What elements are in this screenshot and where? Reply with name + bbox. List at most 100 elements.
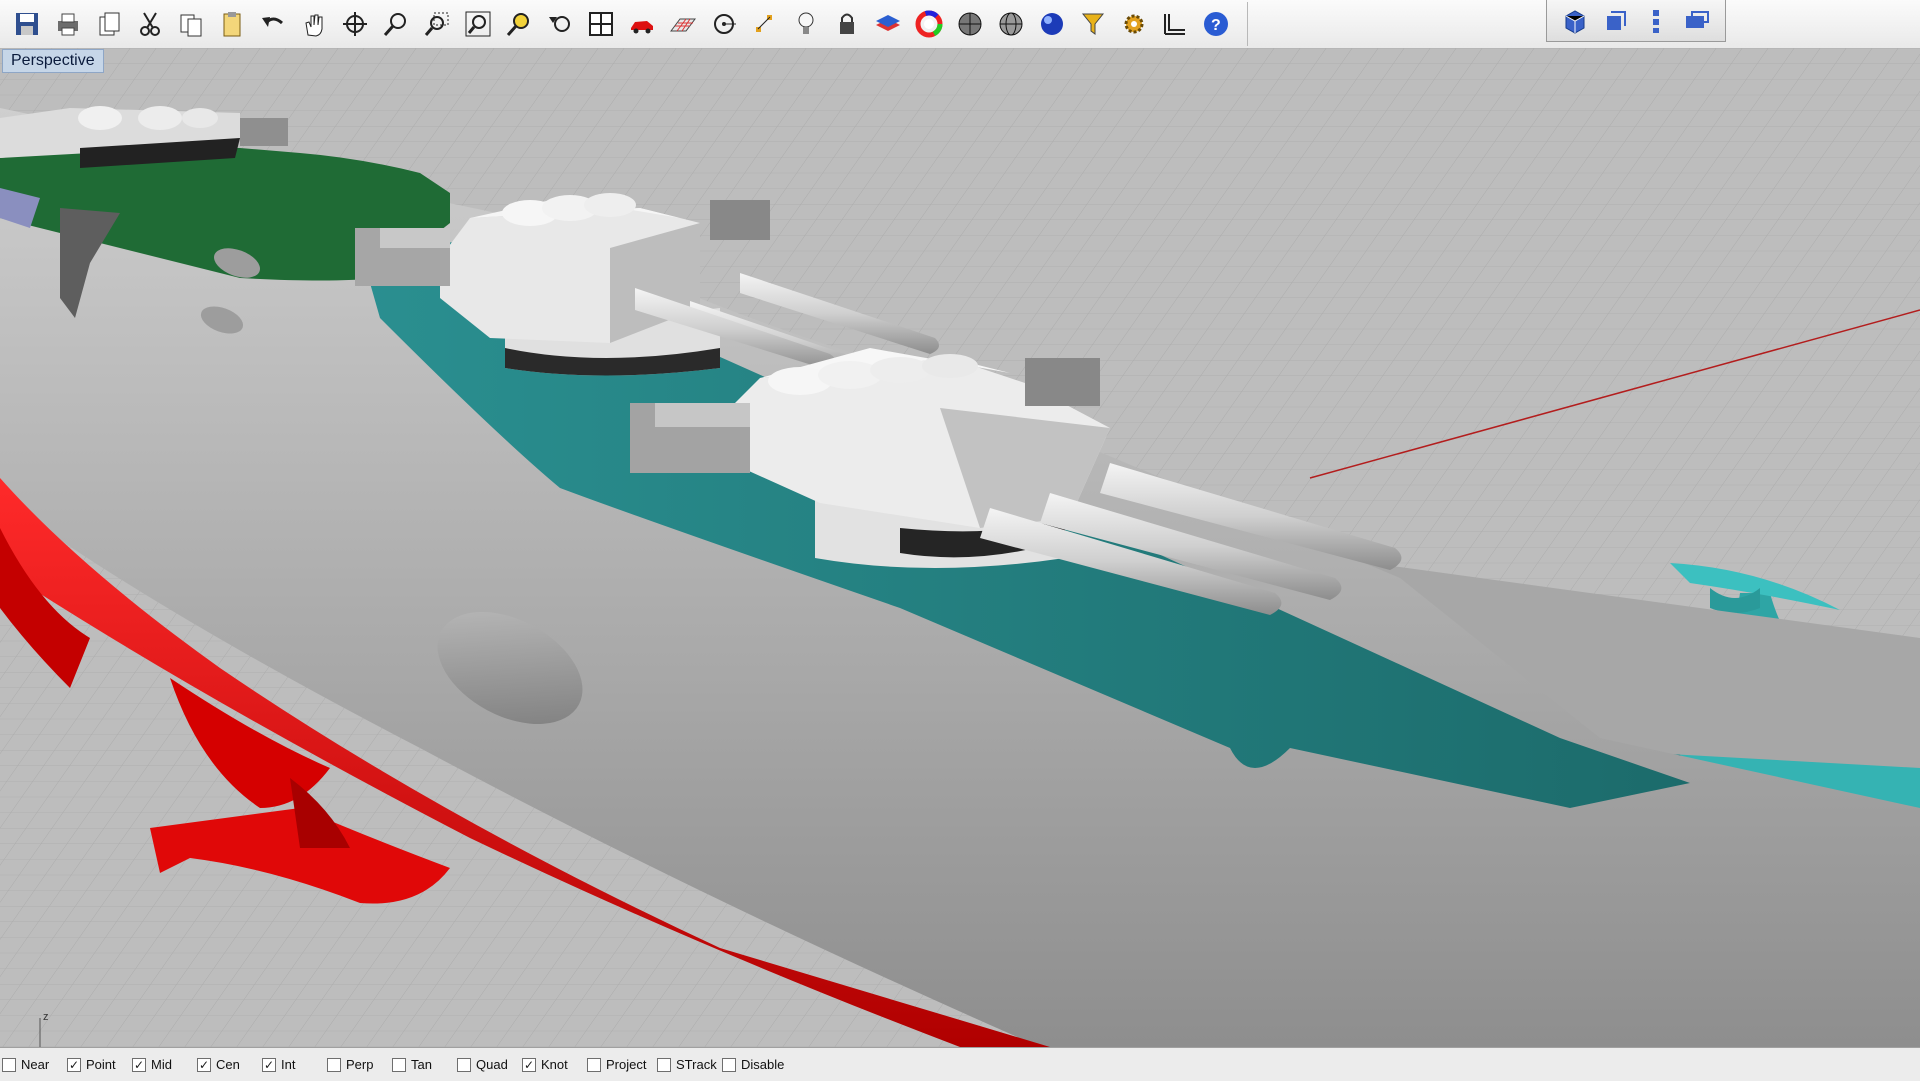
copy-icon: [180, 14, 202, 37]
select-filter-icon: [1081, 13, 1105, 35]
osnap-point[interactable]: ✓ Point: [65, 1057, 130, 1072]
copy-layout-icon: [99, 12, 120, 36]
svg-text:?: ?: [1211, 17, 1221, 34]
zoom-window-button[interactable]: [418, 5, 456, 43]
osnap-project-checkbox[interactable]: [587, 1057, 601, 1072]
shaded-sphere-button[interactable]: [951, 5, 989, 43]
lock-icon: [840, 13, 854, 34]
osnap-mid-checkbox[interactable]: ✓: [132, 1057, 146, 1072]
main-toolbar: ?: [0, 0, 1920, 49]
osnap-knot[interactable]: ✓ Knot: [520, 1057, 585, 1072]
osnap-strack[interactable]: STrack: [655, 1057, 720, 1072]
viewport-layout-icon: [1685, 10, 1709, 28]
select-filter-button[interactable]: [1074, 5, 1112, 43]
light-bulb-button[interactable]: [787, 5, 825, 43]
model-scene[interactable]: [0, 48, 1920, 1047]
zoom-button[interactable]: [377, 5, 415, 43]
color-wheel-button[interactable]: [910, 5, 948, 43]
standard-views-button[interactable]: [1556, 2, 1594, 40]
viewport-title[interactable]: Perspective: [2, 49, 104, 73]
rendered-sphere-button[interactable]: [1033, 5, 1071, 43]
osnap-label: Mid: [151, 1057, 172, 1072]
osnap-label: Cen: [216, 1057, 240, 1072]
osnap-knot-checkbox[interactable]: ✓: [522, 1057, 536, 1072]
osnap-int[interactable]: ✓ Int: [260, 1057, 325, 1072]
standard-views-icon: [1565, 9, 1585, 34]
car-button[interactable]: [623, 5, 661, 43]
undo-view-icon: [549, 16, 570, 32]
osnap-label: Tan: [411, 1057, 432, 1072]
osnap-project[interactable]: Project: [585, 1057, 655, 1072]
zoom-extents-button[interactable]: [459, 5, 497, 43]
osnap-label: Knot: [541, 1057, 568, 1072]
set-view-icon: [1606, 10, 1626, 30]
axis-z-label: z: [43, 1011, 49, 1023]
paste-icon: [223, 12, 241, 37]
zoom-extents-icon: [465, 11, 491, 37]
osnap-cen[interactable]: ✓ Cen: [195, 1057, 260, 1072]
osnap-near-checkbox[interactable]: [2, 1057, 16, 1072]
cplane-button[interactable]: [1637, 2, 1675, 40]
osnap-disable-checkbox[interactable]: [722, 1057, 736, 1072]
osnap-strack-checkbox[interactable]: [657, 1057, 671, 1072]
osnap-quad-checkbox[interactable]: [457, 1057, 471, 1072]
save-icon: [16, 13, 38, 35]
save-button[interactable]: [8, 5, 46, 43]
set-view-button[interactable]: [1597, 2, 1635, 40]
copy-button[interactable]: [172, 5, 210, 43]
four-viewports-icon: [589, 12, 613, 36]
osnap-quad[interactable]: Quad: [455, 1057, 520, 1072]
osnap-label: Disable: [741, 1057, 785, 1072]
osnap-disable[interactable]: Disable: [720, 1057, 790, 1072]
osnap-mid[interactable]: ✓ Mid: [130, 1057, 195, 1072]
print-button[interactable]: [49, 5, 87, 43]
rendered-sphere-icon: [1041, 13, 1063, 35]
dimension-button[interactable]: [1156, 5, 1194, 43]
circle-point-button[interactable]: [705, 5, 743, 43]
undo-view-button[interactable]: [541, 5, 579, 43]
grid-plane-icon: [670, 18, 696, 32]
osnap-int-checkbox[interactable]: ✓: [262, 1057, 276, 1072]
undo-button[interactable]: [254, 5, 292, 43]
rotate-view-icon: [343, 12, 367, 36]
four-viewports-button[interactable]: [582, 5, 620, 43]
layer-button[interactable]: [869, 5, 907, 43]
rotate-view-button[interactable]: [336, 5, 374, 43]
perspective-viewport[interactable]: Perspective z x y: [0, 48, 1920, 1047]
help-icon: ?: [1204, 12, 1228, 36]
lock-button[interactable]: [828, 5, 866, 43]
cut-button[interactable]: [131, 5, 169, 43]
osnap-cen-checkbox[interactable]: ✓: [197, 1057, 211, 1072]
undo-icon: [262, 17, 283, 27]
light-bulb-icon: [798, 12, 814, 34]
wire-sphere-button[interactable]: [992, 5, 1030, 43]
zoom-window-icon: [424, 12, 449, 36]
osnap-bar: Near ✓ Point ✓ Mid ✓ Cen ✓ Int Perp Tan Quad ✓ Knot Pr…: [0, 1047, 1920, 1081]
osnap-point-checkbox[interactable]: ✓: [67, 1057, 81, 1072]
osnap-label: Project: [606, 1057, 647, 1072]
viewport-layout-button[interactable]: [1678, 2, 1716, 40]
osnap-near[interactable]: Near: [0, 1057, 65, 1072]
standard-toolbar: ?: [0, 2, 1248, 46]
shaded-sphere-icon: [958, 12, 982, 36]
osnap-tan-checkbox[interactable]: [392, 1057, 406, 1072]
copy-layout-button[interactable]: [90, 5, 128, 43]
world-axes-icon: z x y: [39, 1011, 78, 1047]
view-toolbar: [1546, 0, 1726, 42]
osnap-label: Quad: [476, 1057, 508, 1072]
pan-hand-icon: [305, 14, 323, 37]
zoom-selected-button[interactable]: [500, 5, 538, 43]
help-button[interactable]: ?: [1197, 5, 1235, 43]
grid-plane-button[interactable]: [664, 5, 702, 43]
cut-icon: [140, 12, 160, 36]
options-gear-button[interactable]: [1115, 5, 1153, 43]
points-icon: [756, 15, 772, 32]
paste-button[interactable]: [213, 5, 251, 43]
osnap-perp[interactable]: Perp: [325, 1057, 390, 1072]
osnap-perp-checkbox[interactable]: [327, 1057, 341, 1072]
pan-hand-button[interactable]: [295, 5, 333, 43]
points-button[interactable]: [746, 5, 784, 43]
osnap-tan[interactable]: Tan: [390, 1057, 455, 1072]
zoom-selected-icon: [506, 13, 529, 36]
options-gear-icon: [1124, 14, 1144, 34]
